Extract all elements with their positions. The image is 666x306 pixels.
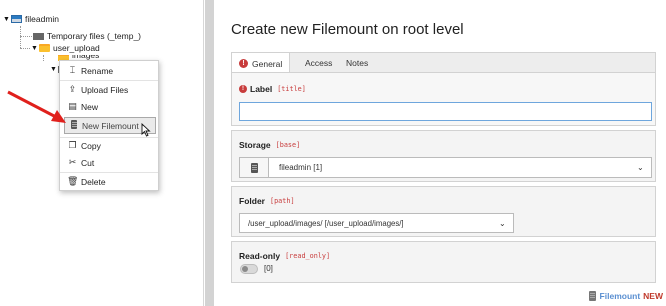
field-code: [read_only]: [285, 252, 331, 260]
tab-bar: ! General Access Notes: [231, 52, 656, 74]
tab-access[interactable]: Access: [298, 53, 339, 73]
edit-form-area: Create new Filemount on root level ! Gen…: [214, 0, 666, 306]
label-field-panel: ! Label [title]: [231, 72, 656, 126]
menu-item-cut[interactable]: ✂ Cut: [60, 154, 158, 171]
chevron-down-icon: ⌄: [499, 218, 506, 228]
error-icon: !: [239, 59, 248, 68]
chevron-down-icon: ⌄: [637, 163, 644, 172]
tab-general[interactable]: ! General: [232, 53, 291, 74]
field-label-storage: Storage [base]: [239, 140, 300, 150]
trash-icon: 🗑: [67, 176, 79, 187]
field-label-text: Folder: [239, 196, 265, 206]
menu-item-label: Cut: [81, 157, 95, 168]
error-icon: !: [239, 85, 247, 93]
readonly-field-panel: Read-only [read_only] [0]: [231, 241, 656, 283]
storage-select[interactable]: fileadmin [1] ⌄: [239, 157, 652, 178]
menu-item-label: New Filemount: [82, 120, 139, 131]
field-label-title: ! Label [title]: [239, 84, 306, 94]
filemount-icon: [240, 158, 269, 177]
label-input[interactable]: [239, 102, 652, 121]
tab-label: Notes: [346, 58, 369, 68]
storage-field-panel: Storage [base] fileadmin [1] ⌄: [231, 130, 656, 182]
folder-select-value: /user_upload/images/ [/user_upload/image…: [248, 218, 404, 228]
mouse-cursor-icon: [141, 123, 151, 137]
tab-notes[interactable]: Notes: [339, 53, 375, 73]
filemount-icon: [588, 291, 596, 301]
folder-field-panel: Folder [path] /user_upload/images/ [/use…: [231, 186, 656, 237]
folder-select[interactable]: /user_upload/images/ [/user_upload/image…: [239, 213, 514, 233]
field-code: [title]: [277, 85, 306, 93]
panel-resize-divider[interactable]: [205, 0, 214, 306]
red-arrow-icon: [7, 90, 66, 123]
field-label-readonly: Read-only [read_only]: [239, 251, 330, 261]
field-label-text: Label: [250, 84, 273, 94]
field-label-text: Storage: [239, 140, 271, 150]
storage-select-value: fileadmin [1]: [279, 163, 323, 172]
tab-label: Access: [305, 58, 333, 68]
menu-item-label: Delete: [81, 176, 106, 187]
new-record-badge: NEW: [643, 291, 663, 301]
record-type-label: Filemount: [599, 291, 641, 301]
record-type-badge: Filemount NEW: [588, 291, 663, 301]
readonly-value: [0]: [264, 264, 273, 273]
page-title: Create new Filemount on root level: [231, 21, 464, 38]
field-label-folder: Folder [path]: [239, 196, 295, 206]
field-code: [path]: [269, 197, 295, 205]
menu-item-delete[interactable]: 🗑 Delete: [60, 173, 158, 190]
field-code: [base]: [275, 141, 301, 149]
tab-label: General: [252, 58, 283, 69]
field-label-text: Read-only: [239, 251, 281, 261]
readonly-toggle[interactable]: [240, 264, 258, 274]
scissors-icon: ✂: [68, 157, 77, 168]
